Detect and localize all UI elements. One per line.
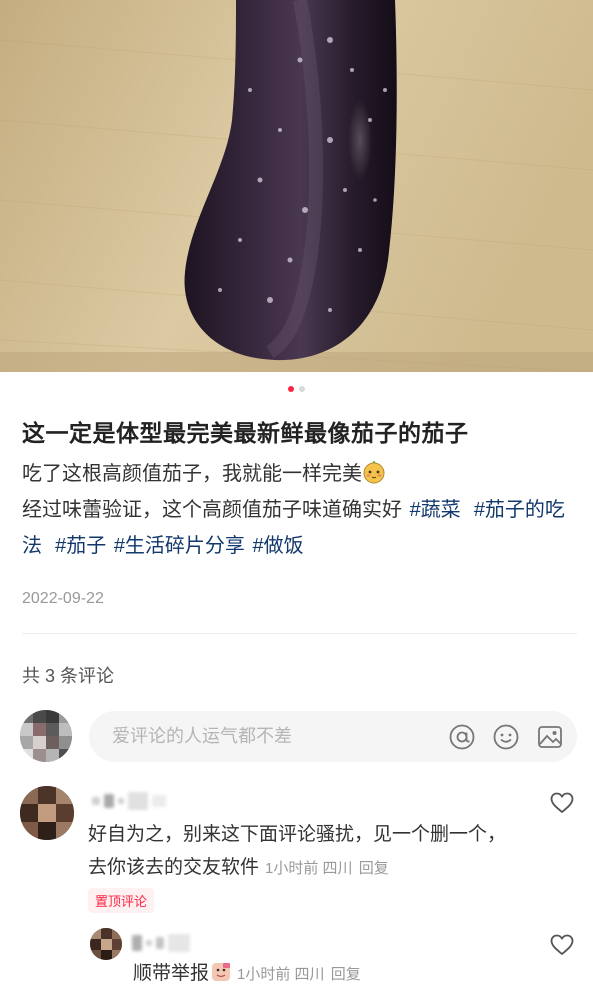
carousel-indicator [0,386,593,392]
post-image[interactable] [0,0,593,372]
current-user-avatar[interactable] [20,710,72,762]
carousel-dot[interactable] [288,386,294,392]
reply-text: 顺带举报 [133,963,210,984]
post-title: 这一定是体型最完美最新鲜最像茄子的茄子 [22,420,469,446]
comment-input[interactable] [112,726,433,747]
hashtag-link[interactable]: #茄子 [55,535,106,557]
commenter-avatar[interactable] [20,786,74,840]
face-sticker-emoji-icon [212,963,231,981]
post-date: 2022-09-22 [22,590,104,607]
shy-face-emoji-icon [363,460,385,484]
pixelated-avatar-image [20,710,72,762]
comment-location: 四川 [322,860,353,877]
comment-time: 1小时前 [265,860,319,877]
like-heart-icon[interactable] [549,932,575,958]
pixelated-avatar-image [20,786,74,840]
divider [22,633,577,634]
hashtag-link[interactable]: #生活碎片分享 [114,535,245,557]
hashtag-link[interactable]: #做饭 [253,535,304,557]
image-icon[interactable] [535,722,565,752]
pixelated-avatar-image [90,928,122,960]
pinned-comment-badge: 置顶评论 [88,888,155,913]
commenter-name-masked[interactable] [92,792,166,810]
reply-time: 1小时前 [237,966,291,983]
emoji-icon[interactable] [491,722,521,752]
post-description: 吃了这根高颜值茄子，我就能一样完美 经过味蕾验证，这个高颜值茄子味道确实好 #蔬… [22,456,582,564]
comment-meta: 1小时前 四川 回复 [265,860,389,877]
reply-body[interactable]: 顺带举报 1小时前 四川 回复 [133,957,553,991]
reply-location: 四川 [294,966,325,983]
post-line-2: 经过味蕾验证，这个高颜值茄子味道确实好 [22,499,402,521]
reply-link[interactable]: 回复 [331,966,361,983]
comment-input-bar[interactable] [89,711,577,762]
like-heart-icon[interactable] [549,790,575,816]
eggplant-photo [0,0,593,372]
reply-link[interactable]: 回复 [359,860,389,877]
comment-count: 共 3 条评论 [22,666,115,686]
mention-icon[interactable] [447,722,477,752]
comment-body[interactable]: 好自为之，别来这下面评论骚扰，见一个删一个，去你该去的交友软件 1小时前 四川 回… [88,818,513,885]
reply-avatar[interactable] [90,928,122,960]
post-line-1: 吃了这根高颜值茄子，我就能一样完美 [22,463,362,485]
reply-name-masked[interactable] [132,934,190,952]
carousel-dot[interactable] [299,386,305,392]
hashtag-link[interactable]: #蔬菜 [410,499,461,521]
reply-meta: 1小时前 四川 回复 [237,966,361,983]
